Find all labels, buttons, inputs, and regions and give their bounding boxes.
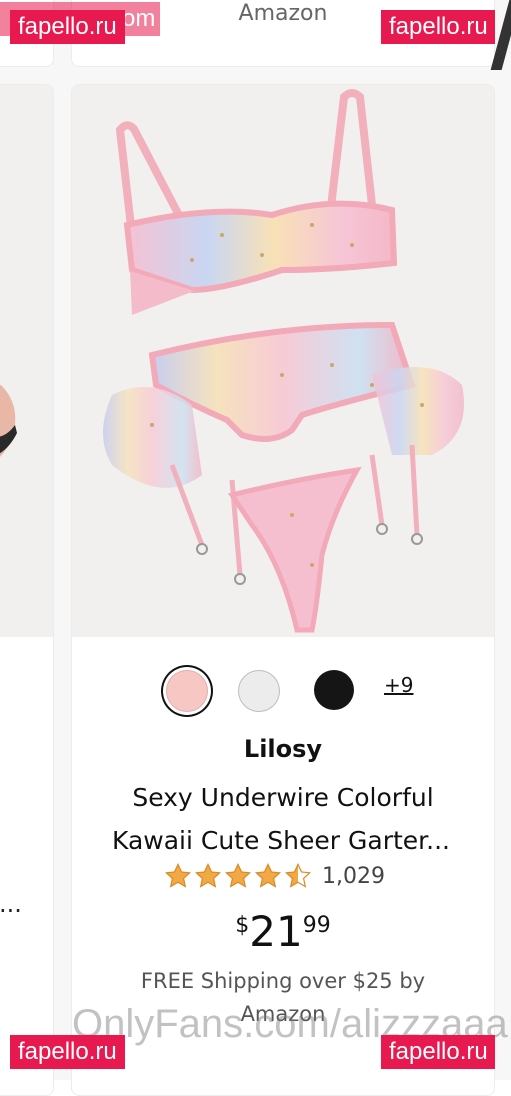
product-card[interactable]: +9 Lilosy Sexy Underwire Colorful Kawaii… bbox=[71, 84, 495, 1096]
shipping-line1: FREE Shipping over $25 by bbox=[140, 969, 426, 993]
star-full-icon bbox=[195, 862, 221, 888]
swatch-black[interactable] bbox=[314, 670, 354, 710]
product-price: $2199 bbox=[72, 907, 494, 956]
watermark-badge-bottom-right: fapello.ru bbox=[381, 1035, 495, 1069]
color-swatches: +9 bbox=[72, 667, 494, 717]
star-full-icon bbox=[225, 862, 251, 888]
watermark-badge-top-right: fapello.ru bbox=[381, 10, 495, 44]
rating-stars bbox=[164, 862, 314, 890]
rating-count[interactable]: 1,029 bbox=[322, 864, 385, 889]
more-colors-link[interactable]: +9 bbox=[384, 673, 413, 697]
adjacent-title-ellipsis: ... bbox=[0, 890, 22, 918]
adjacent-product-image[interactable] bbox=[0, 85, 53, 637]
price-symbol: $ bbox=[235, 913, 250, 938]
star-half-icon bbox=[285, 862, 311, 888]
price-whole: 21 bbox=[249, 907, 303, 956]
product-title-line2[interactable]: Kawaii Cute Sheer Garter... bbox=[112, 826, 482, 855]
star-full-icon bbox=[255, 862, 281, 888]
price-fraction: 99 bbox=[302, 913, 331, 938]
watermark-partial-text: om bbox=[122, 5, 156, 32]
watermark-badge-bottom-left: fapello.ru bbox=[10, 1035, 125, 1069]
star-full-icon bbox=[165, 862, 191, 888]
swatch-pink[interactable] bbox=[166, 670, 208, 712]
product-rating[interactable]: 1,029 bbox=[164, 860, 385, 892]
product-brand: Lilosy bbox=[243, 735, 323, 763]
product-image[interactable] bbox=[72, 85, 494, 637]
watermark-badge-top-left: fapello.ru bbox=[10, 10, 125, 44]
product-title-line1[interactable]: Sexy Underwire Colorful bbox=[72, 783, 494, 812]
adjacent-product-card[interactable]: ... bbox=[0, 84, 54, 1096]
swatch-white[interactable] bbox=[238, 670, 280, 712]
